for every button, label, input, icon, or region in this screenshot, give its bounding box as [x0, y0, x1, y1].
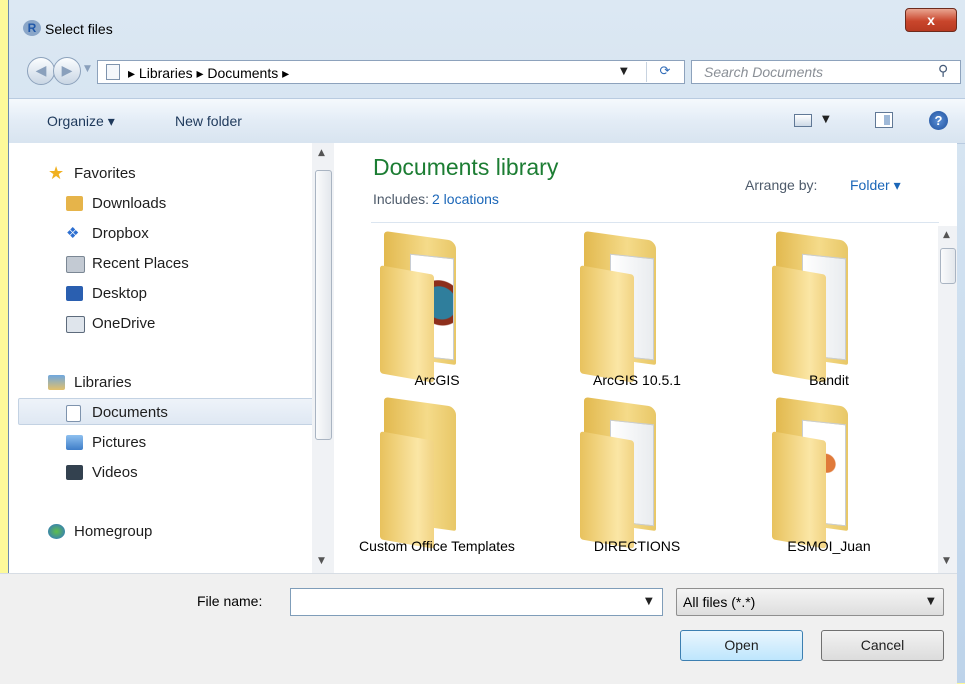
dropbox-icon: ❖ — [66, 225, 80, 242]
folder-tile[interactable]: ArcGIS — [352, 230, 522, 410]
folder-front — [772, 265, 826, 383]
file-name-input[interactable] — [290, 588, 663, 616]
folder-tile[interactable]: ESMOI_Juan — [744, 396, 914, 576]
sidebar-item-libraries[interactable]: Libraries — [48, 371, 132, 395]
homegroup-icon — [48, 524, 65, 539]
change-view-icon[interactable] — [794, 114, 812, 127]
sidebar-item-desktop[interactable]: Desktop — [66, 282, 148, 306]
folder-front — [380, 265, 434, 383]
new-folder-button[interactable]: New folder — [175, 113, 242, 129]
breadcrumb[interactable]: ▸ Libraries ▸ Documents ▸ — [128, 65, 289, 82]
sidebar-item-label: Recent Places — [92, 255, 189, 272]
sidebar-item-label: Pictures — [92, 434, 147, 451]
view-options-dropdown-icon[interactable]: ▼ — [822, 114, 830, 125]
folder-label: ArcGIS — [414, 372, 460, 388]
header-divider — [371, 222, 939, 223]
sidebar-item-onedrive[interactable]: OneDrive — [66, 312, 156, 336]
folder-tile[interactable]: Custom Office Templates — [352, 396, 522, 576]
folder-front — [772, 431, 826, 549]
title-bar: R Select files x — [9, 0, 965, 46]
folder-tile[interactable]: ArcGIS 10.5.1 — [552, 230, 722, 410]
folder-label: DIRECTIONS — [593, 538, 681, 554]
command-bar: Organize ▾ New folder ▼ ? — [9, 98, 965, 144]
onedrive-icon — [66, 316, 85, 333]
back-arrow-icon[interactable]: ◀ — [27, 57, 55, 85]
folder-label: Custom Office Templates — [359, 538, 515, 554]
folder-tile[interactable]: Bandit — [744, 230, 914, 410]
cancel-button[interactable]: Cancel — [821, 630, 944, 661]
sidebar-item-dropbox[interactable]: ❖ Dropbox — [66, 222, 149, 246]
locations-link[interactable]: 2 locations — [432, 191, 499, 207]
favorites-star-icon: ★ — [48, 163, 65, 183]
sidebar-item-label: Downloads — [92, 195, 167, 212]
navigation-scrollbar-thumb[interactable] — [315, 170, 332, 440]
search-box[interactable]: Search Documents ⚲ — [691, 60, 961, 84]
window-title: Select files — [45, 21, 113, 37]
recent-places-icon — [66, 256, 85, 273]
sidebar-item-label: OneDrive — [92, 315, 156, 332]
navigation-pane — [9, 143, 350, 573]
folder-tile[interactable]: DIRECTIONS — [552, 396, 722, 576]
file-type-value: All files (*.*) — [683, 594, 756, 610]
library-title: Documents library — [373, 154, 559, 180]
recent-pages-dropdown-icon[interactable]: ▼ — [84, 64, 91, 74]
sidebar-item-recent-places[interactable]: Recent Places — [66, 252, 189, 276]
folder-label: Bandit — [809, 372, 849, 388]
address-dropdown-icon[interactable]: ▼ — [620, 66, 628, 77]
open-button[interactable]: Open — [680, 630, 803, 661]
includes-label: Includes: — [373, 191, 430, 207]
scroll-down-icon[interactable]: ▼ — [318, 556, 325, 566]
sidebar-item-label: Homegroup — [74, 523, 153, 540]
sidebar-item-downloads[interactable]: Downloads — [66, 192, 167, 216]
sidebar-item-label: Videos — [92, 464, 138, 481]
file-name-dropdown-icon[interactable]: ▼ — [645, 596, 653, 607]
forward-arrow-icon[interactable]: ▶ — [53, 57, 81, 85]
videos-icon — [66, 465, 83, 480]
sidebar-item-documents[interactable]: Documents — [66, 401, 168, 425]
search-icon[interactable]: ⚲ — [938, 63, 948, 79]
r-app-icon: R — [23, 20, 41, 36]
file-name-label: File name: — [197, 593, 263, 609]
sidebar-item-label: Desktop — [92, 285, 148, 302]
close-button[interactable]: x — [905, 8, 957, 32]
documents-icon — [66, 405, 81, 422]
pictures-icon — [66, 435, 83, 450]
sidebar-item-pictures[interactable]: Pictures — [66, 431, 147, 455]
downloads-icon — [66, 196, 83, 211]
sidebar-item-label: Libraries — [74, 374, 132, 391]
chevron-down-icon: ▼ — [927, 596, 935, 607]
arrange-by-dropdown[interactable]: Folder ▾ — [850, 177, 901, 194]
folder-label: ArcGIS 10.5.1 — [593, 372, 681, 388]
folder-label: ESMOI_Juan — [787, 538, 871, 554]
libraries-icon — [48, 375, 65, 390]
address-bar[interactable]: ▸ Libraries ▸ Documents ▸ ▼ ⟳ — [97, 60, 685, 84]
sidebar-item-label: Favorites — [74, 165, 136, 182]
arrange-by-label: Arrange by: — [745, 177, 818, 193]
file-type-select[interactable]: All files (*.*) ▼ — [676, 588, 944, 616]
document-icon — [106, 64, 120, 80]
desktop-icon — [66, 286, 83, 301]
sidebar-item-homegroup[interactable]: Homegroup — [48, 520, 153, 544]
search-input[interactable]: Search Documents — [704, 64, 823, 80]
scroll-down-icon[interactable]: ▼ — [943, 556, 950, 566]
sidebar-item-label: Dropbox — [92, 225, 149, 242]
preview-pane-icon[interactable] — [875, 112, 893, 128]
scroll-up-icon[interactable]: ▲ — [318, 148, 325, 158]
content-scrollbar-thumb[interactable] — [940, 248, 956, 284]
folder-front — [580, 265, 634, 383]
sidebar-item-favorites[interactable]: ★ Favorites — [48, 162, 136, 186]
folder-front — [380, 431, 434, 549]
folder-front — [580, 431, 634, 549]
scroll-up-icon[interactable]: ▲ — [943, 230, 950, 240]
help-icon[interactable]: ? — [929, 111, 948, 130]
sidebar-item-label: Documents — [92, 404, 168, 421]
sidebar-item-videos[interactable]: Videos — [66, 461, 138, 485]
refresh-icon[interactable]: ⟳ — [646, 62, 683, 82]
organize-button[interactable]: Organize ▾ — [47, 113, 115, 130]
